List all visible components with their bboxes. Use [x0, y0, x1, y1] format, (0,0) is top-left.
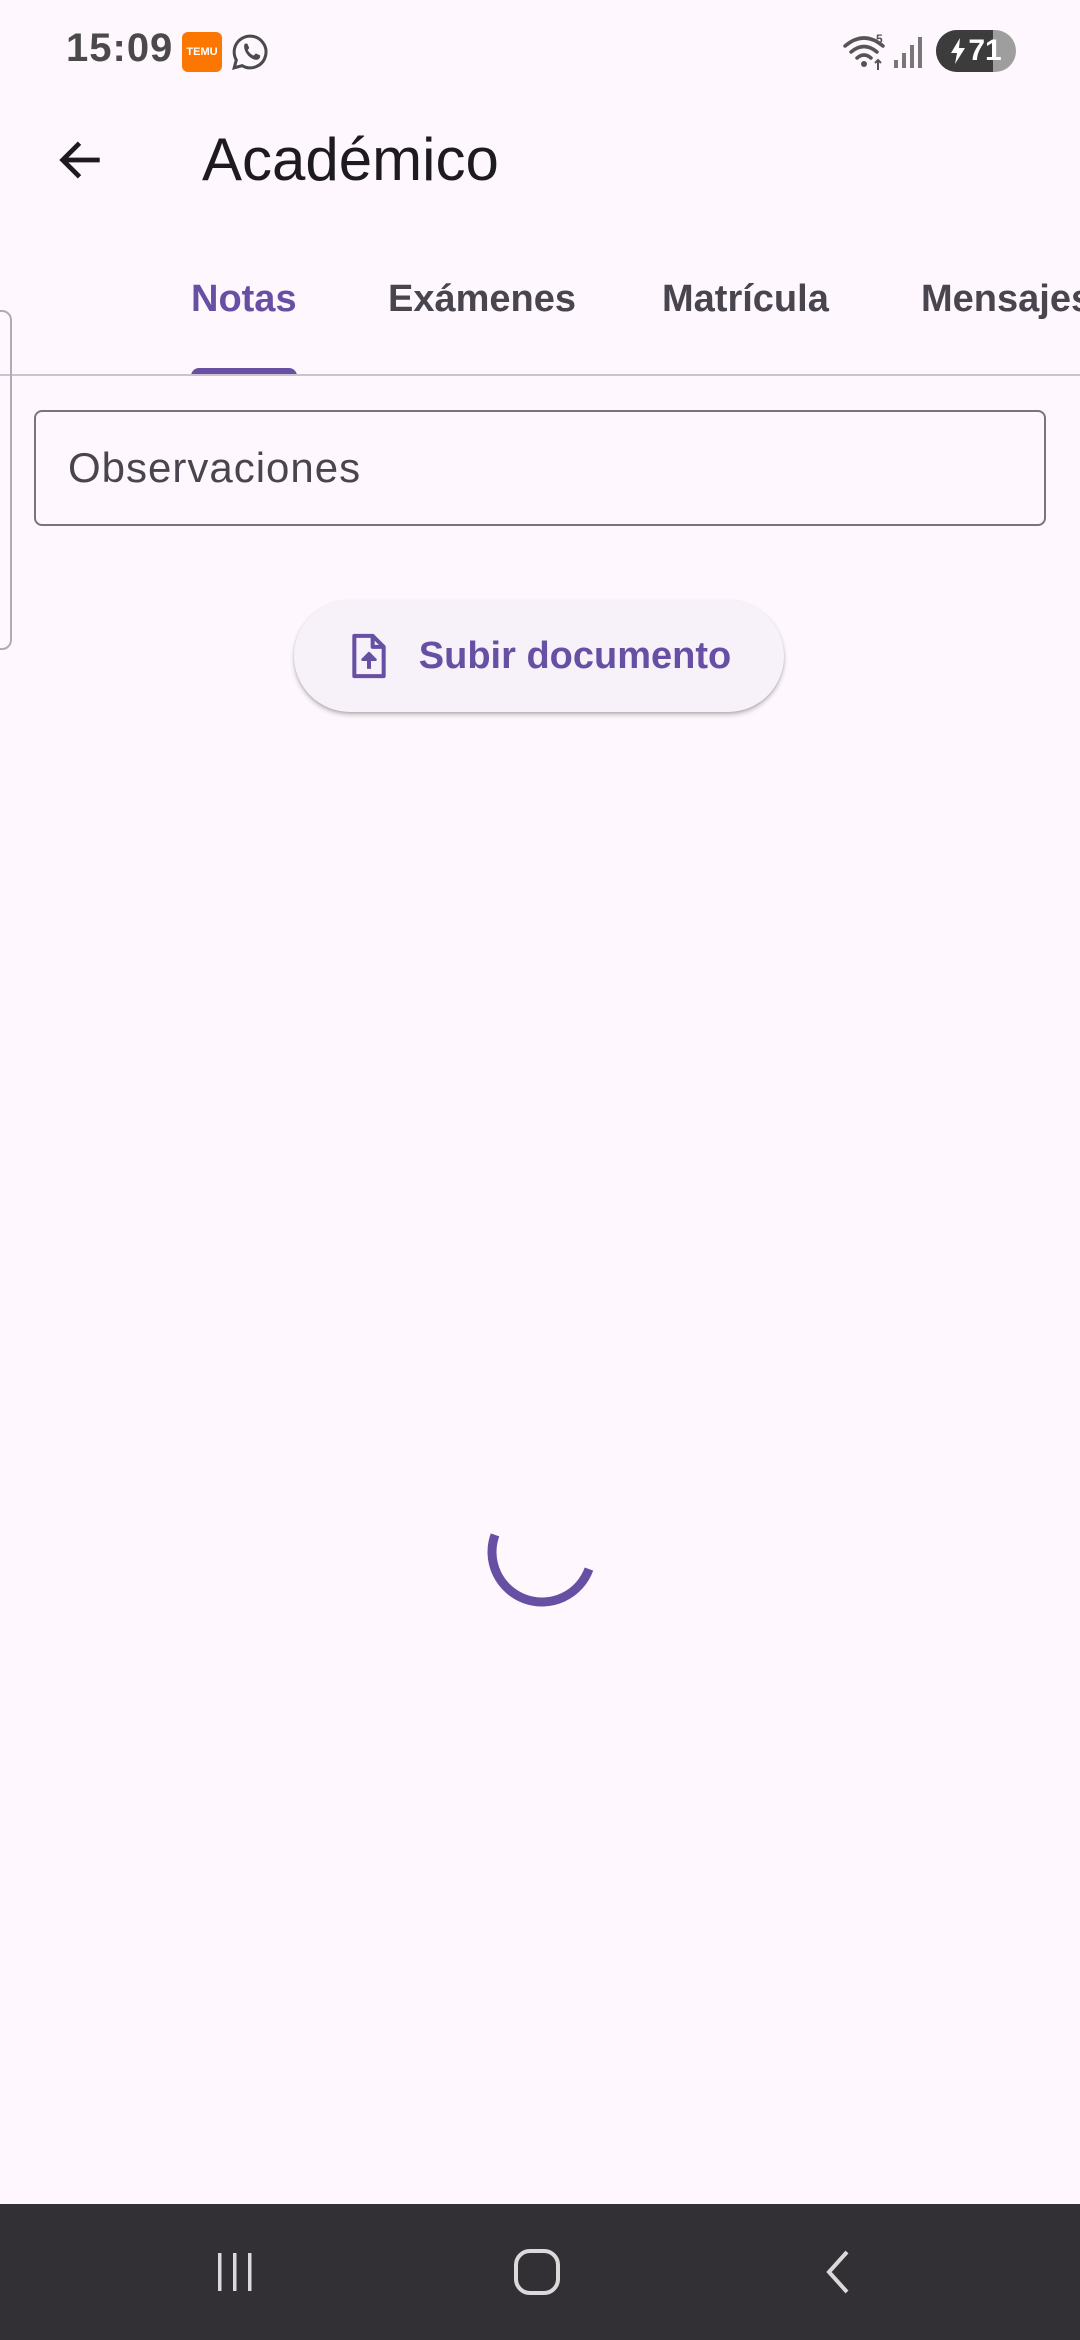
home-button[interactable] — [497, 2232, 577, 2312]
back-button[interactable] — [40, 120, 120, 200]
recent-apps-icon — [218, 2253, 252, 2291]
battery-indicator: 71 — [936, 30, 1016, 72]
tab-matricula[interactable]: Matrícula — [662, 278, 829, 321]
system-nav-bar — [0, 2204, 1080, 2340]
file-upload-icon — [352, 633, 386, 679]
status-time: 15:09 — [66, 26, 174, 70]
observations-input[interactable] — [34, 410, 1046, 526]
arrow-left-icon — [59, 141, 100, 179]
svg-text:5: 5 — [876, 32, 883, 46]
tab-divider — [0, 374, 1080, 376]
charging-bolt-icon — [951, 38, 966, 64]
home-icon — [514, 2249, 560, 2295]
tab-examenes[interactable]: Exámenes — [388, 278, 576, 321]
whatsapp-icon — [232, 34, 268, 70]
tab-notas[interactable]: Notas — [191, 278, 297, 321]
back-chevron-icon — [826, 2250, 849, 2294]
upload-button-label: Subir documento — [418, 634, 732, 677]
tab-bar: Notas Exámenes Matrícula Mensajes — [0, 250, 1080, 376]
battery-level: 71 — [968, 34, 1002, 67]
signal-icon — [894, 37, 922, 68]
recent-apps-button[interactable] — [195, 2232, 275, 2312]
page-title: Académico — [202, 126, 499, 193]
status-bar: 15:09 TEMU 5 71 — [0, 0, 1080, 100]
upload-document-button[interactable]: Subir documento — [294, 600, 784, 712]
tab-mensajes[interactable]: Mensajes — [921, 278, 1080, 321]
nav-back-button[interactable] — [800, 2232, 880, 2312]
loading-spinner — [487, 1533, 594, 1607]
app-bar: Académico — [0, 100, 1080, 224]
wifi-icon: 5 — [843, 32, 885, 70]
temu-icon: TEMU — [182, 32, 222, 72]
side-sheet-edge[interactable] — [0, 310, 12, 650]
